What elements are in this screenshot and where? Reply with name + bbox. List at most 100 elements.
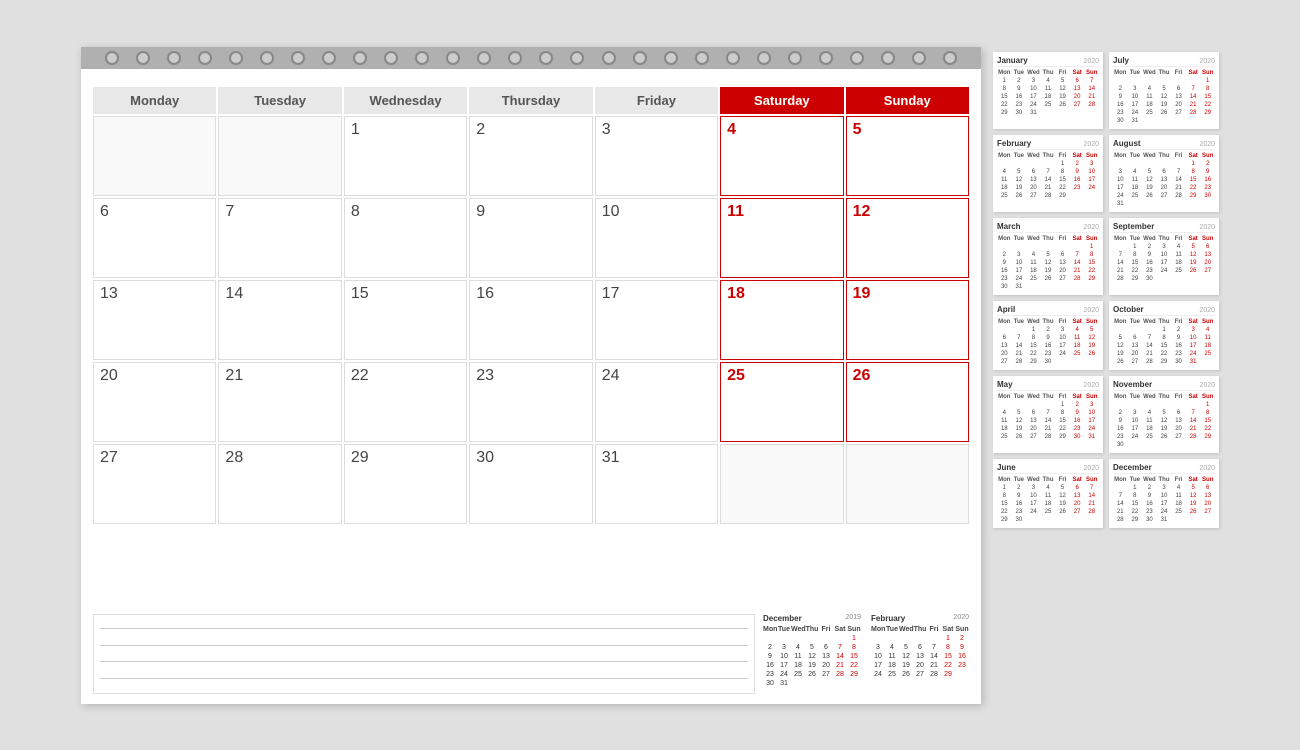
- mini-cell-header: Wed: [791, 625, 805, 634]
- side-mini-cell: 14: [1171, 176, 1186, 184]
- side-mini-cell: 8: [1128, 492, 1143, 500]
- side-mini-cell: [1171, 401, 1186, 409]
- mini-cell-day: 28: [833, 670, 847, 679]
- side-mini-cell: Thu: [1041, 318, 1056, 326]
- side-mini-cell: 18: [997, 184, 1012, 192]
- side-mini-calendar: November2020MonTueWedThuFriSatSun1234567…: [1109, 376, 1219, 453]
- side-mini-cell: 29: [1200, 433, 1215, 441]
- day-number: 6: [100, 203, 109, 220]
- mini-cell-day: 9: [955, 643, 969, 652]
- side-mini-cell: Thu: [1041, 393, 1056, 401]
- day-number: 1: [351, 121, 360, 138]
- day-number: 18: [727, 285, 745, 302]
- side-mini-cell: 29: [1026, 358, 1041, 366]
- side-mini-header: June2020: [997, 463, 1099, 474]
- side-mini-cell: 23: [1012, 508, 1027, 516]
- side-mini-cell: 15: [1055, 417, 1070, 425]
- side-mini-month-label: March: [997, 222, 1021, 231]
- side-mini-cell: 18: [1142, 425, 1157, 433]
- side-mini-cell: 12: [1012, 176, 1027, 184]
- side-mini-cell: 16: [1113, 101, 1128, 109]
- side-mini-cell: 14: [1084, 85, 1099, 93]
- side-mini-cell: 6: [1055, 251, 1070, 259]
- side-mini-cell: 28: [1113, 275, 1128, 283]
- side-mini-cell: 8: [1157, 334, 1172, 342]
- side-mini-cell: 16: [1171, 342, 1186, 350]
- side-mini-month-label: April: [997, 305, 1015, 314]
- side-mini-cell: Fri: [1171, 393, 1186, 401]
- side-mini-cell: 16: [997, 267, 1012, 275]
- side-mini-year-label: 2020: [1199, 307, 1215, 314]
- mini-cell-day: 17: [777, 661, 791, 670]
- day-cell: 31: [595, 444, 718, 524]
- mini-cell-day: [899, 634, 913, 643]
- side-mini-cell: 23: [1012, 101, 1027, 109]
- side-mini-cell: 13: [1157, 176, 1172, 184]
- side-mini-cell: 20: [1070, 93, 1085, 101]
- side-mini-cell: 6: [1157, 168, 1172, 176]
- side-mini-cell: 17: [1157, 500, 1172, 508]
- side-mini-cell: 5: [1055, 77, 1070, 85]
- mini-cell-day: 17: [871, 661, 885, 670]
- side-mini-cell: 28: [1142, 358, 1157, 366]
- side-mini-cell: 19: [1113, 350, 1128, 358]
- day-number: 5: [853, 121, 862, 138]
- side-mini-cell: 31: [1084, 433, 1099, 441]
- notes-line: [100, 661, 748, 662]
- side-mini-cell: 23: [1200, 184, 1215, 192]
- side-mini-cell: 12: [1113, 342, 1128, 350]
- side-mini-cell: Thu: [1041, 476, 1056, 484]
- side-mini-cell: [1113, 401, 1128, 409]
- side-mini-cell: Wed: [1142, 318, 1157, 326]
- side-mini-cell: 29: [1084, 275, 1099, 283]
- side-mini-cell: 8: [1084, 251, 1099, 259]
- side-mini-cell: 18: [1142, 101, 1157, 109]
- mini-cell-day: 25: [791, 670, 805, 679]
- mini-prev-calendar: December2019MonTueWedThuFriSatSun1234567…: [763, 614, 861, 694]
- side-mini-cell: [1041, 243, 1056, 251]
- side-mini-cell: 14: [1186, 93, 1201, 101]
- spiral-loop: [570, 51, 584, 65]
- side-mini-calendar: December2020MonTueWedThuFriSatSun1234567…: [1109, 459, 1219, 528]
- side-mini-cell: Thu: [1041, 235, 1056, 243]
- side-mini-cell: Sun: [1200, 318, 1215, 326]
- side-mini-cell: 24: [1026, 101, 1041, 109]
- side-mini-cell: 16: [1070, 417, 1085, 425]
- side-mini-cell: 16: [1113, 425, 1128, 433]
- side-mini-cell: Tue: [1128, 318, 1143, 326]
- day-cell: 15: [344, 280, 467, 360]
- mini-cell-day: 5: [899, 643, 913, 652]
- day-number: 22: [351, 367, 369, 384]
- side-mini-cell: 4: [997, 409, 1012, 417]
- mini-cell-day: [777, 634, 791, 643]
- side-mini-cell: 29: [1128, 516, 1143, 524]
- mini-calendars-bottom: December2019MonTueWedThuFriSatSun1234567…: [763, 614, 969, 694]
- side-mini-cell: 9: [1171, 334, 1186, 342]
- side-mini-cell: Mon: [997, 152, 1012, 160]
- mini-cell-day: 3: [871, 643, 885, 652]
- side-mini-cell: 12: [1055, 85, 1070, 93]
- side-mini-cell: 18: [997, 425, 1012, 433]
- side-mini-cell: 7: [1113, 492, 1128, 500]
- notes-line: [100, 678, 748, 679]
- side-mini-cell: 30: [1171, 358, 1186, 366]
- day-number: 29: [351, 449, 369, 466]
- side-mini-cell: 1: [997, 77, 1012, 85]
- side-mini-cell: Tue: [1012, 476, 1027, 484]
- side-mini-grid: MonTueWedThuFriSatSun1234567891011121314…: [997, 393, 1099, 441]
- day-number: 24: [602, 367, 620, 384]
- side-mini-cell: Fri: [1055, 476, 1070, 484]
- side-mini-cell: [1142, 77, 1157, 85]
- side-mini-cell: 15: [1055, 176, 1070, 184]
- side-mini-cell: 18: [1171, 500, 1186, 508]
- side-mini-cell: 27: [1070, 101, 1085, 109]
- side-mini-cell: 3: [1026, 77, 1041, 85]
- day-cell: [720, 444, 843, 524]
- side-mini-cell: 3: [1026, 484, 1041, 492]
- spiral-loop: [819, 51, 833, 65]
- day-cell: 23: [469, 362, 592, 442]
- side-mini-cell: 10: [1026, 85, 1041, 93]
- day-number: 16: [476, 285, 494, 302]
- mini-cell-day: 12: [899, 652, 913, 661]
- side-mini-cell: 2: [1200, 160, 1215, 168]
